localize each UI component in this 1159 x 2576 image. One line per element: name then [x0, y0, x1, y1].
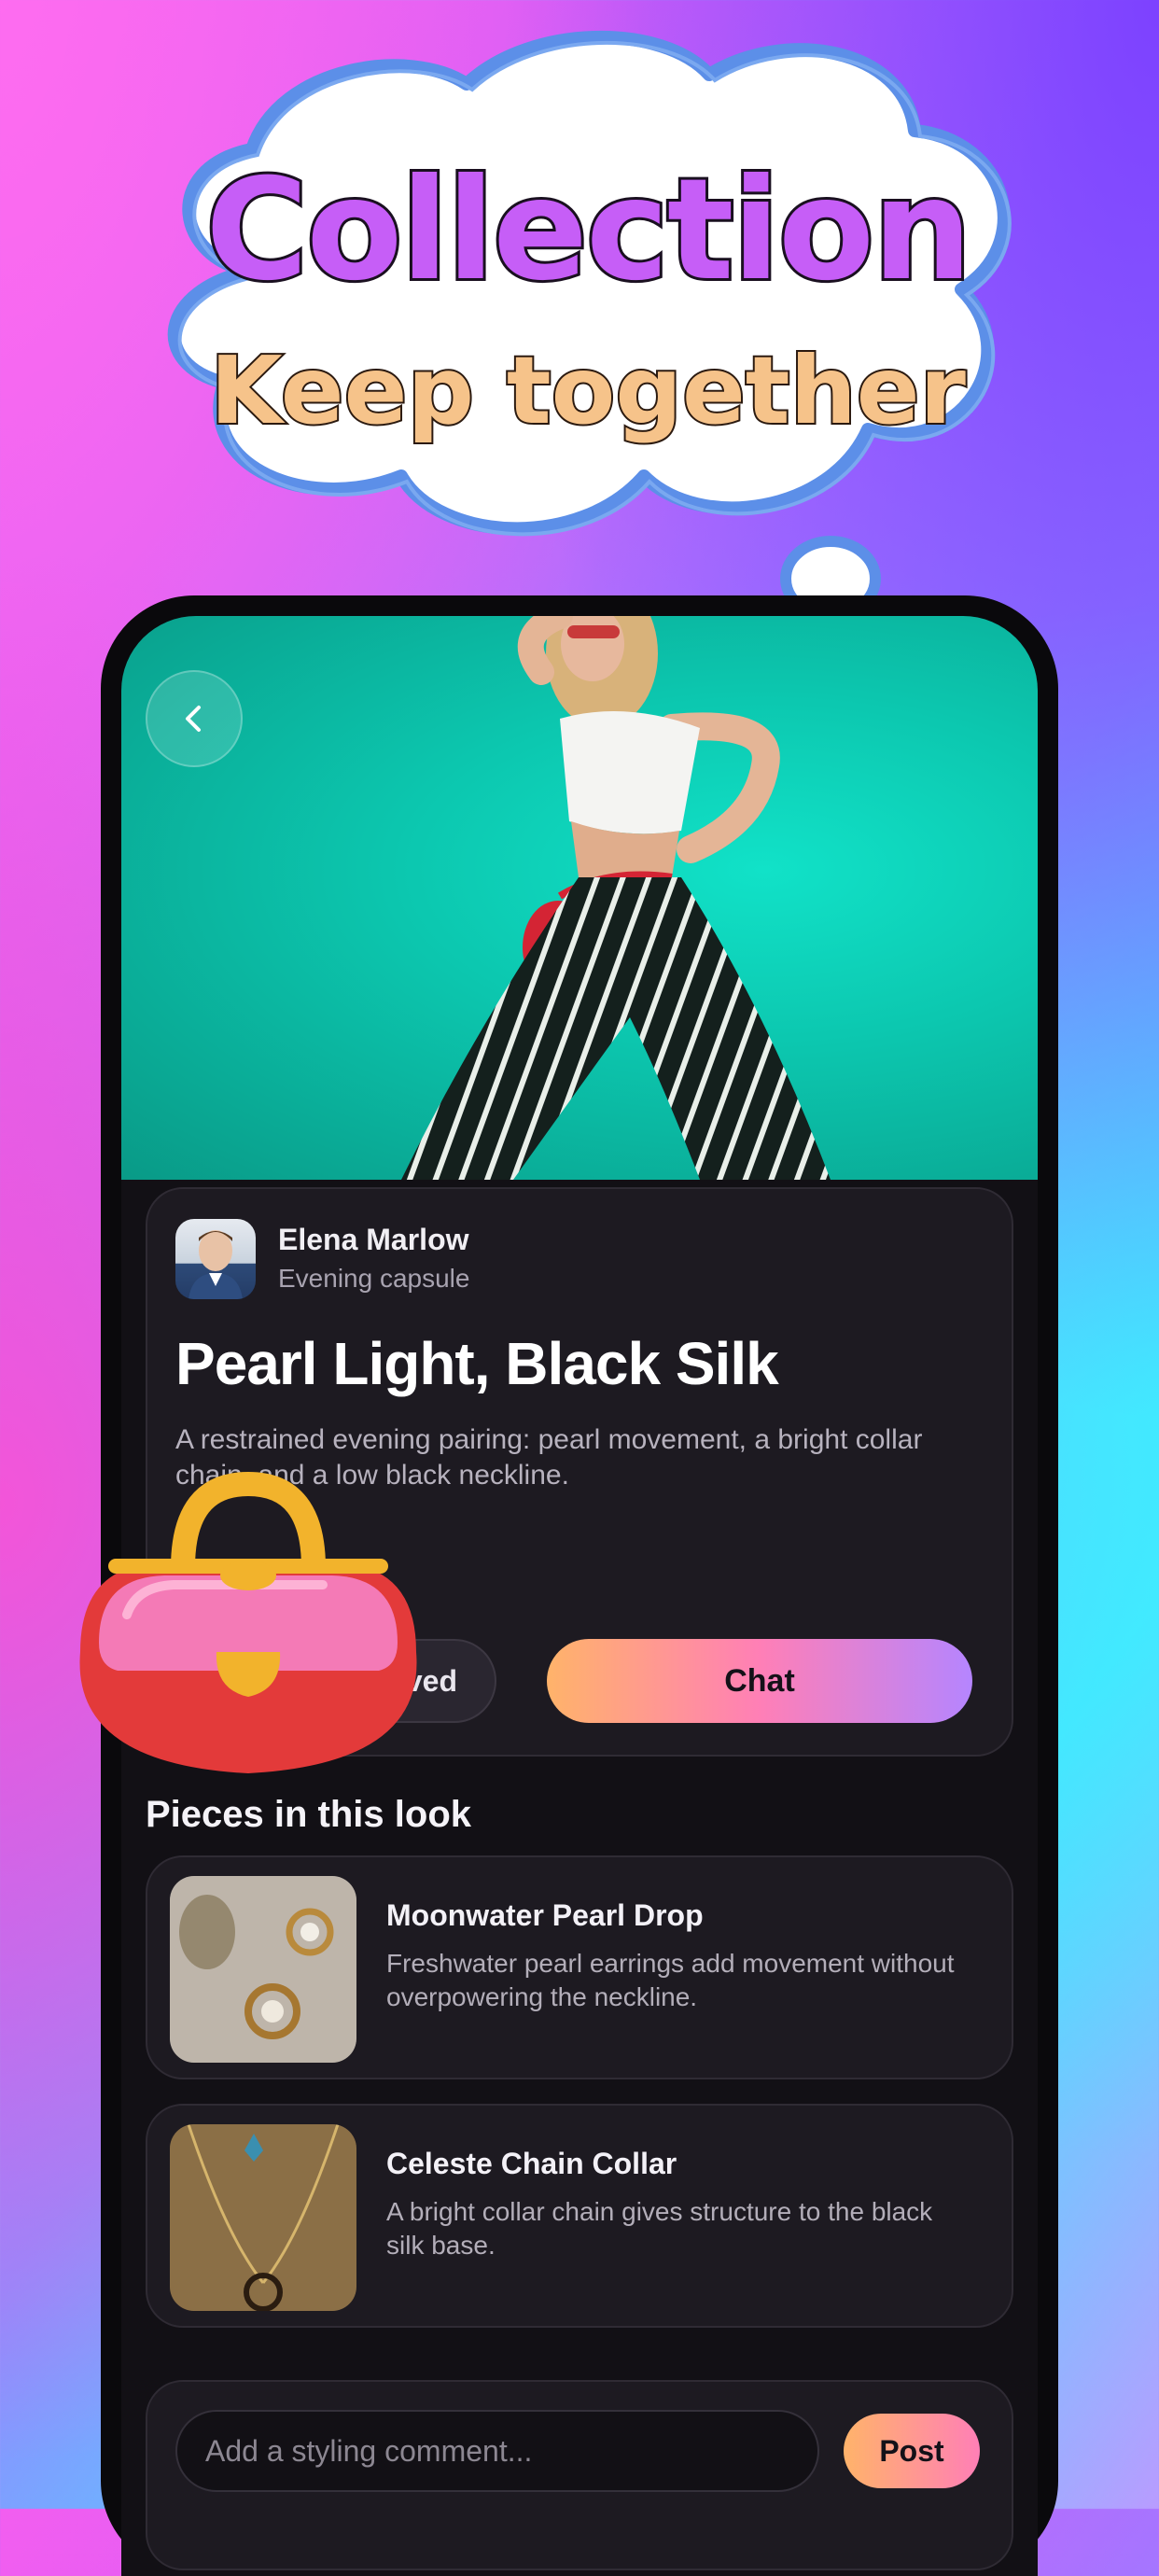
- piece-thumbnail: [170, 2124, 356, 2311]
- earrings-photo: [170, 1876, 356, 2063]
- comment-bar: Add a styling comment... Post: [146, 2380, 1013, 2570]
- piece-thumbnail: [170, 1876, 356, 2063]
- list-item[interactable]: Celeste Chain Collar A bright collar cha…: [146, 2104, 1013, 2328]
- avatar-photo: [189, 1230, 243, 1299]
- promo-cloud: Collection Keep together: [140, 28, 1064, 681]
- piece-description: A bright collar chain gives structure to…: [386, 2197, 933, 2260]
- chevron-left-icon: [186, 706, 201, 732]
- promo-title: Collection: [202, 147, 975, 315]
- hero-image: [121, 616, 1038, 1180]
- pieces-section-title: Pieces in this look: [146, 1794, 472, 1835]
- necklace-photo: [170, 2124, 356, 2311]
- list-item[interactable]: Moonwater Pearl Drop Freshwater pearl ea…: [146, 1855, 1013, 2079]
- piece-name: Celeste Chain Collar: [386, 2147, 677, 2180]
- piece-description: Freshwater pearl earrings add movement w…: [386, 1949, 955, 2011]
- piece-name: Moonwater Pearl Drop: [386, 1898, 704, 1932]
- promo-subtitle: Keep together: [208, 334, 968, 447]
- author-avatar[interactable]: [175, 1219, 256, 1299]
- post-button[interactable]: Post: [844, 2414, 980, 2488]
- author-name[interactable]: Elena Marlow: [278, 1223, 469, 1257]
- look-title: Pearl Light, Black Silk: [175, 1330, 779, 1397]
- fashion-photo: [401, 616, 831, 1180]
- chat-button[interactable]: Chat: [547, 1639, 972, 1723]
- comment-input[interactable]: Add a styling comment...: [175, 2410, 819, 2492]
- handbag-sticker-icon: [43, 1465, 454, 1792]
- author-subtitle: Evening capsule: [278, 1264, 470, 1293]
- back-button[interactable]: [146, 670, 243, 767]
